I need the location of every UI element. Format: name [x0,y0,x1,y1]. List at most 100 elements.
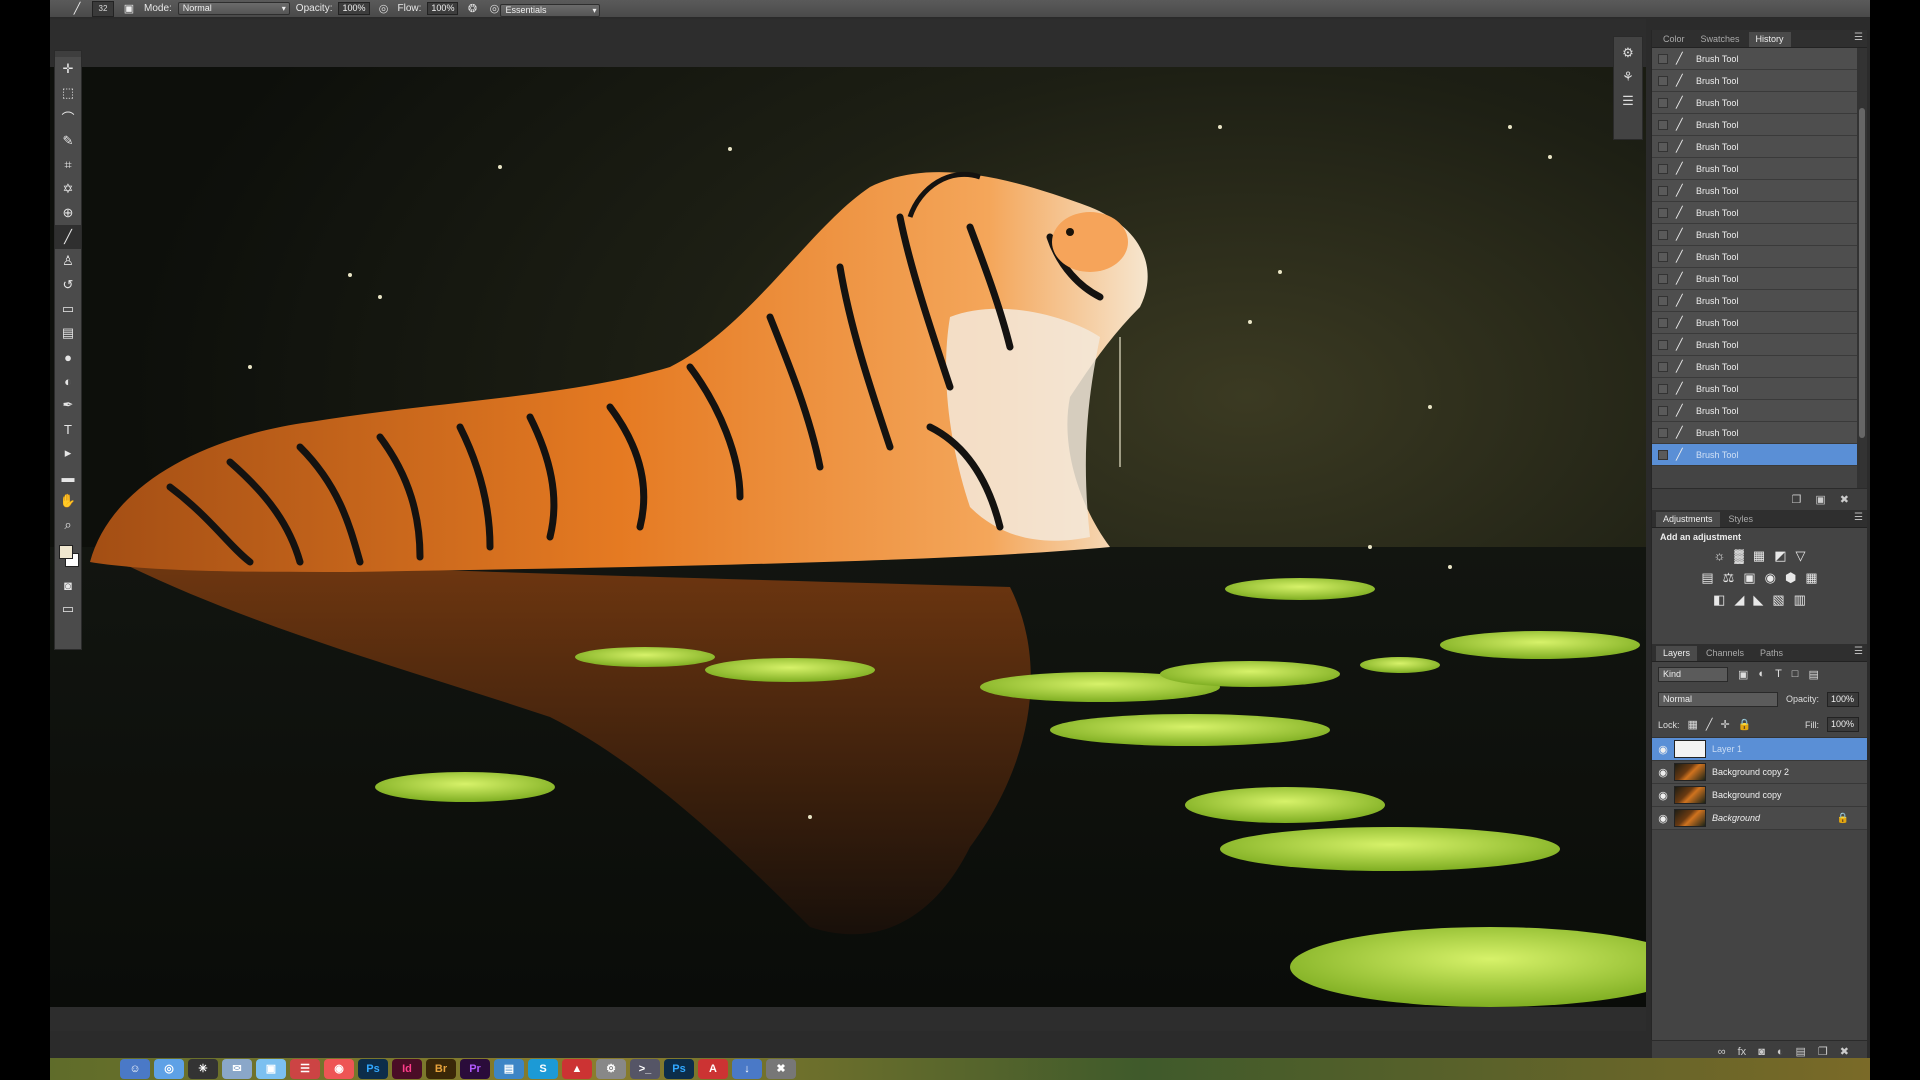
layer-row[interactable]: ◉ Background 🔒 [1652,807,1867,830]
history-source-checkbox[interactable] [1658,317,1668,328]
history-source-checkbox[interactable] [1658,97,1668,108]
premiere-icon[interactable]: Pr [460,1059,490,1079]
layer-opacity-field[interactable]: 100% [1827,691,1860,707]
link-layers-icon[interactable]: ∞ [1718,1046,1726,1058]
history-state-row[interactable]: ╱ Brush Tool [1652,114,1867,136]
clone-stamp-icon[interactable]: ♙ [55,249,81,273]
history-scrollbar[interactable] [1857,48,1867,488]
chrome-icon[interactable]: ◉ [324,1059,354,1079]
history-source-checkbox[interactable] [1658,273,1668,284]
history-state-row[interactable]: ╱ Brush Tool [1652,268,1867,290]
shape-tool-icon[interactable]: ▬ [55,465,81,489]
new-group-icon[interactable]: ▤ [1796,1045,1806,1058]
history-state-row[interactable]: ╱ Brush Tool [1652,202,1867,224]
history-source-checkbox[interactable] [1658,75,1668,86]
hue-saturation-icon[interactable]: ▤ [1701,570,1713,586]
mode-dropdown[interactable]: Normal [177,2,290,15]
history-state-row[interactable]: ╱ Brush Tool [1652,224,1867,246]
healing-brush-icon[interactable]: ⊕ [55,201,81,225]
gradient-tool-icon[interactable]: ▤ [55,321,81,345]
move-tool-icon[interactable]: ✛ [55,57,81,81]
terminal-icon[interactable]: >_ [630,1059,660,1079]
history-source-checkbox[interactable] [1658,405,1668,416]
history-state-row[interactable]: ╱ Brush Tool [1652,180,1867,202]
history-source-checkbox[interactable] [1658,449,1668,460]
pressure-opacity-icon[interactable]: ◎ [376,2,392,16]
screen-mode-icon[interactable]: ▭ [55,597,81,621]
new-document-from-state-icon[interactable]: ❐ [1792,493,1802,506]
history-scroll-thumb[interactable] [1859,108,1865,438]
adjustments-menu-icon[interactable]: ☰ [1854,512,1863,523]
color-balance-icon[interactable]: ⚖ [1723,570,1735,586]
calendar-icon[interactable]: ☰ [290,1059,320,1079]
type-tool-icon[interactable]: T [55,417,81,441]
history-state-row[interactable]: ╱ Brush Tool [1652,444,1867,466]
opacity-field[interactable]: 100% [338,2,370,15]
layer-mask-icon[interactable]: ◙ [1758,1046,1765,1058]
brush-size-picker[interactable]: 32 [92,0,114,17]
brush-presets-icon[interactable]: ⚙ [1622,45,1634,61]
bridge-icon[interactable]: Br [426,1059,456,1079]
channel-mixer-icon[interactable]: ⬢ [1785,570,1796,586]
app-icon[interactable]: A [698,1059,728,1079]
fill-field[interactable]: 100% [1827,717,1859,732]
history-source-checkbox[interactable] [1658,207,1668,218]
layer-row[interactable]: ◉ Layer 1 [1652,738,1867,761]
history-source-checkbox[interactable] [1658,383,1668,394]
history-source-checkbox[interactable] [1658,251,1668,262]
tab-adjustments[interactable]: Adjustments [1656,512,1720,527]
history-source-checkbox[interactable] [1658,53,1668,64]
panel-menu-icon[interactable]: ☰ [1854,32,1863,43]
flow-field[interactable]: 100% [427,2,459,15]
history-state-row[interactable]: ╱ Brush Tool [1652,400,1867,422]
levels-icon[interactable]: ▓ [1734,548,1743,564]
skype-icon[interactable]: S [528,1059,558,1079]
quick-mask-icon[interactable]: ◙ [55,573,81,597]
document-canvas[interactable] [50,67,1646,1007]
hand-tool-icon[interactable]: ✋ [55,489,81,513]
vibrance-icon[interactable]: ▽ [1796,548,1806,564]
history-source-checkbox[interactable] [1658,141,1668,152]
filter-pixel-icon[interactable]: ▣ [1738,668,1748,681]
visibility-eye-icon[interactable]: ◉ [1652,743,1674,756]
black-white-icon[interactable]: ▣ [1743,570,1755,586]
history-brush-icon[interactable]: ↺ [55,273,81,297]
history-state-row[interactable]: ╱ Brush Tool [1652,334,1867,356]
path-selection-icon[interactable]: ▸ [55,441,81,465]
launchpad-icon[interactable]: ✳ [188,1059,218,1079]
safari-icon[interactable]: ◎ [154,1059,184,1079]
history-state-row[interactable]: ╱ Brush Tool [1652,70,1867,92]
layer-style-icon[interactable]: fx [1738,1046,1747,1058]
foreground-color-swatch[interactable] [59,545,73,559]
curves-icon[interactable]: ▦ [1753,548,1765,564]
posterize-icon[interactable]: ◢ [1734,592,1744,608]
visibility-eye-icon[interactable]: ◉ [1652,766,1674,779]
tab-history[interactable]: History [1748,32,1791,47]
exposure-icon[interactable]: ◩ [1774,548,1786,564]
layer-row[interactable]: ◉ Background copy 2 [1652,761,1867,784]
photo-filter-icon[interactable]: ◉ [1765,570,1776,586]
layer-row[interactable]: ◉ Background copy [1652,784,1867,807]
threshold-icon[interactable]: ◣ [1753,592,1763,608]
history-state-row[interactable]: ╱ Brush Tool [1652,158,1867,180]
eyedropper-tool-icon[interactable]: ✡ [55,177,81,201]
system-preferences-icon[interactable]: ⚙ [596,1059,626,1079]
tab-color[interactable]: Color [1656,32,1692,47]
quick-selection-tool-icon[interactable]: ✎ [55,129,81,153]
history-source-checkbox[interactable] [1658,295,1668,306]
indesign-icon[interactable]: Id [392,1059,422,1079]
layers-menu-icon[interactable]: ☰ [1854,646,1863,657]
invert-icon[interactable]: ◧ [1713,592,1725,608]
blend-mode-dropdown[interactable]: Normal [1658,691,1778,707]
visibility-eye-icon[interactable]: ◉ [1652,812,1674,825]
trash-icon[interactable]: ✖ [766,1059,796,1079]
layer-kind-filter[interactable]: Kind [1658,666,1728,682]
new-layer-icon[interactable]: ❐ [1818,1045,1828,1058]
history-state-row[interactable]: ╱ Brush Tool [1652,48,1867,70]
acrobat-icon[interactable]: ▲ [562,1059,592,1079]
preview-icon[interactable]: ▣ [256,1059,286,1079]
filter-type-icon[interactable]: T [1775,668,1782,680]
dodge-tool-icon[interactable]: ◐ [55,369,81,393]
eraser-tool-icon[interactable]: ▭ [55,297,81,321]
filter-smart-object-icon[interactable]: ▤ [1808,668,1818,681]
